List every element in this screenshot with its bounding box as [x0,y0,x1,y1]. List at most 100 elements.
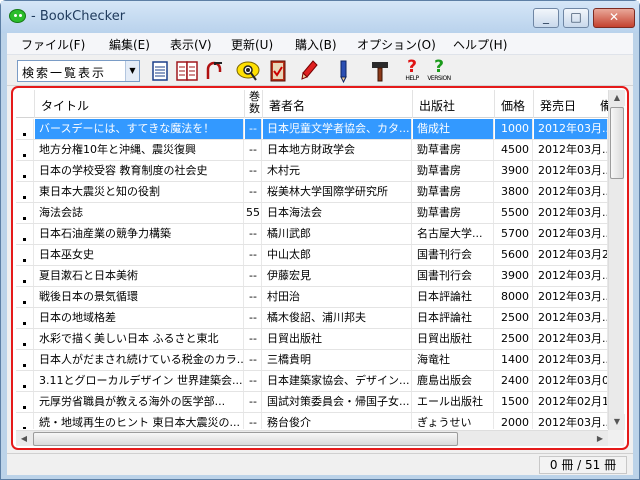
scroll-left-icon[interactable]: ◀ [16,431,32,447]
cell-volume[interactable]: -- [245,350,262,370]
cell-author[interactable]: 日本建築家協会、デザイン... [263,371,412,391]
vertical-scroll-thumb[interactable] [610,107,624,179]
row-indicator[interactable] [16,140,34,160]
cell-title[interactable]: 日本石油産業の競争力構築 [35,224,244,244]
table-row[interactable]: 日本の学校受容 教育制度の社会史 -- 木村元 勁草書房 3900 2012年03月... [16,161,608,182]
cell-price[interactable]: 8000 [495,287,533,307]
table-row[interactable]: 戦後日本の景気循環 -- 村田治 日本評論社 8000 2012年03月... [16,287,608,308]
list-view-icon[interactable] [149,59,171,83]
cell-date[interactable]: 2012年03月... [534,413,608,429]
cell-publisher[interactable]: 日貿出版社 [413,329,494,349]
cell-publisher[interactable]: 国書刊行会 [413,245,494,265]
cell-publisher[interactable]: 勁草書房 [413,182,494,202]
scroll-up-icon[interactable]: ▲ [609,90,625,106]
cell-title[interactable]: 日本の地域格差 [35,308,244,328]
cell-author[interactable]: 三橋貴明 [263,350,412,370]
header-author[interactable]: 著者名 [263,90,413,118]
cell-author[interactable]: 桜美林大学国際学研究所 [263,182,412,202]
cell-title[interactable]: 東日本大震災と知の役割 [35,182,244,202]
cell-title[interactable]: 続・地域再生のヒント 東日本大震災の... [35,413,244,429]
cell-price[interactable]: 2500 [495,308,533,328]
cell-date[interactable]: 2012年03月2... [534,245,608,265]
cell-price[interactable]: 4500 [495,140,533,160]
view-mode-select[interactable]: 検索一覧表示 ▼ [17,60,140,82]
header-volume[interactable]: 巻数 [245,90,263,118]
cell-title[interactable]: 水彩で描く美しい日本 ふるさと東北 [35,329,244,349]
header-date[interactable]: 発売日 [534,90,608,118]
cell-date[interactable]: 2012年03月... [534,266,608,286]
cell-publisher[interactable]: 偕成社 [413,119,494,139]
cell-date[interactable]: 2012年03月... [534,203,608,223]
link-icon[interactable] [203,59,225,83]
cell-author[interactable]: 日本児童文学者協会、カタ... [263,119,412,139]
row-indicator[interactable] [16,413,34,429]
table-row[interactable]: 日本巫女史 -- 中山太郎 国書刊行会 5600 2012年03月2... [16,245,608,266]
row-indicator[interactable] [16,329,34,349]
table-row[interactable]: 東日本大震災と知の役割 -- 桜美林大学国際学研究所 勁草書房 3800 2012年03月… [16,182,608,203]
table-row[interactable]: 日本人がだまされ続けている税金のカラ... -- 三橋貴明 海竜社 1400 2012年0… [16,350,608,371]
cell-publisher[interactable]: 勁草書房 [413,140,494,160]
cell-volume[interactable]: -- [245,119,262,139]
cell-price[interactable]: 1500 [495,392,533,412]
table-row[interactable]: 元厚労省職員が教える海外の医学部... -- 国試対策委員会・帰国子女... エール出… [16,392,608,413]
cell-price[interactable]: 3900 [495,161,533,181]
cell-price[interactable]: 2400 [495,371,533,391]
cell-date[interactable]: 2012年03月... [534,350,608,370]
cell-price[interactable]: 1400 [495,350,533,370]
menu-file[interactable]: ファイル(F) [21,36,85,53]
table-row[interactable]: 海法会誌 55 日本海法会 勁草書房 5500 2012年03月... [16,203,608,224]
cell-publisher[interactable]: エール出版社 [413,392,494,412]
cell-publisher[interactable]: 日本評論社 [413,308,494,328]
cell-volume[interactable]: -- [245,140,262,160]
cell-date[interactable]: 2012年02月1... [534,392,608,412]
cell-volume[interactable]: -- [245,308,262,328]
cell-title[interactable]: 戦後日本の景気循環 [35,287,244,307]
cell-price[interactable]: 2500 [495,329,533,349]
cell-volume[interactable]: -- [245,287,262,307]
cell-price[interactable]: 2000 [495,413,533,429]
table-row[interactable]: 夏目漱石と日本美術 -- 伊藤宏見 国書刊行会 3900 2012年03月... [16,266,608,287]
menu-edit[interactable]: 編集(E) [109,36,150,53]
detail-view-icon[interactable] [175,59,199,83]
cell-author[interactable]: 日本地方財政学会 [263,140,412,160]
cell-volume[interactable]: -- [245,161,262,181]
eye-search-icon[interactable] [235,59,261,83]
table-row[interactable]: 日本石油産業の競争力構築 -- 橘川武郎 名古屋大学... 5700 2012年03月..… [16,224,608,245]
cell-publisher[interactable]: 勁草書房 [413,203,494,223]
cell-volume[interactable]: -- [245,224,262,244]
row-indicator[interactable] [16,161,34,181]
row-indicator[interactable] [16,245,34,265]
cell-volume[interactable]: -- [245,266,262,286]
table-row[interactable]: 続・地域再生のヒント 東日本大震災の... -- 務台俊介 ぎょうせい 2000 2012… [16,413,608,429]
cell-price[interactable]: 5600 [495,245,533,265]
cell-publisher[interactable]: 鹿島出版会 [413,371,494,391]
cell-date[interactable]: 2012年03月0... [534,371,608,391]
minimize-button[interactable]: _ [533,8,559,28]
cell-date[interactable]: 2012年03月... [534,119,608,139]
horizontal-scroll-thumb[interactable] [33,432,458,446]
row-indicator[interactable] [16,392,34,412]
cell-author[interactable]: 橘川武郎 [263,224,412,244]
help-icon[interactable]: ? HELP [399,59,425,83]
header-title[interactable]: タイトル [35,90,245,118]
cell-price[interactable]: 5700 [495,224,533,244]
cell-publisher[interactable]: 日本評論社 [413,287,494,307]
cell-author[interactable]: 日貿出版社 [263,329,412,349]
blue-pencil-icon[interactable] [335,59,351,83]
cell-publisher[interactable]: 勁草書房 [413,161,494,181]
cell-publisher[interactable]: 名古屋大学... [413,224,494,244]
cell-volume[interactable]: -- [245,392,262,412]
menu-purchase[interactable]: 購入(B) [295,36,337,53]
cell-publisher[interactable]: ぎょうせい [413,413,494,429]
cell-title[interactable]: 日本巫女史 [35,245,244,265]
cell-title[interactable]: 日本の学校受容 教育制度の社会史 [35,161,244,181]
version-icon[interactable]: ? VERSION [426,59,452,83]
cell-publisher[interactable]: 国書刊行会 [413,266,494,286]
row-indicator[interactable] [16,182,34,202]
cell-title[interactable]: 元厚労省職員が教える海外の医学部... [35,392,244,412]
cell-price[interactable]: 3900 [495,266,533,286]
cell-title[interactable]: 地方分権10年と沖縄、震災復興 [35,140,244,160]
red-pencil-icon[interactable] [299,59,319,83]
cell-date[interactable]: 2012年03月... [534,140,608,160]
row-indicator[interactable] [16,203,34,223]
